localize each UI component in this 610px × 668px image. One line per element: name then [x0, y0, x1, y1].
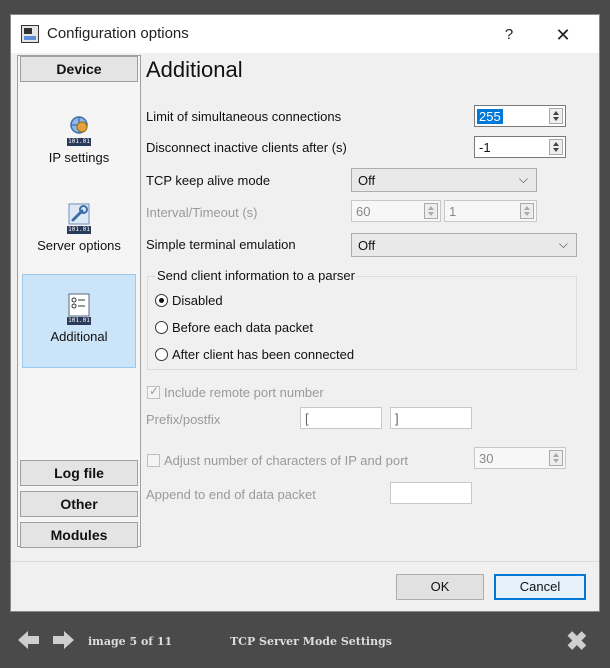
image-viewer-frame: Configuration options ? ✕ Device 101.01 … — [0, 0, 610, 668]
footer-divider — [11, 561, 599, 562]
other-category-button[interactable]: Other — [20, 491, 138, 517]
limit-connections-label: Limit of simultaneous connections — [146, 109, 342, 124]
spinner-arrows-icon[interactable] — [549, 450, 563, 466]
device-category-button[interactable]: Device — [20, 56, 138, 82]
interval-value[interactable]: 60 — [356, 204, 370, 219]
chevron-down-icon: ⌵ — [518, 172, 528, 186]
interval-timeout-label: Interval/Timeout (s) — [146, 205, 258, 220]
adjust-chars-checkbox[interactable]: Adjust number of characters of IP and po… — [147, 453, 408, 468]
append-packet-input[interactable] — [390, 482, 472, 504]
window-title: Configuration options — [47, 25, 189, 42]
modules-category-button[interactable]: Modules — [20, 522, 138, 548]
app-icon — [21, 25, 39, 43]
keepalive-mode-label: TCP keep alive mode — [146, 173, 271, 188]
close-viewer-icon[interactable]: ✖ — [566, 626, 588, 657]
disconnect-inactive-spinner[interactable]: -1 — [474, 136, 566, 158]
timeout-spinner[interactable]: 1 — [444, 200, 537, 222]
radio-after-connect[interactable]: After client has been connected — [155, 347, 354, 362]
chevron-down-icon: ⌵ — [558, 237, 568, 251]
spinner-arrows-icon[interactable] — [424, 203, 438, 219]
prefix-input[interactable]: [ — [300, 407, 382, 429]
network-config-icon: 101.01 — [65, 114, 93, 146]
log-file-category-button[interactable]: Log file — [20, 460, 138, 486]
postfix-value[interactable]: ] — [395, 411, 399, 426]
keepalive-mode-select[interactable]: Off ⌵ — [351, 168, 537, 192]
help-button[interactable]: ? — [494, 23, 524, 47]
radio-unselected-icon[interactable] — [155, 348, 168, 361]
sidebar-item-label: IP settings — [48, 150, 110, 165]
checkbox-label: Adjust number of characters of IP and po… — [164, 453, 409, 468]
append-packet-label: Append to end of data packet — [146, 487, 316, 502]
close-button[interactable]: ✕ — [546, 23, 580, 47]
parser-info-group-title: Send client information to a parser — [155, 268, 357, 283]
limit-connections-value[interactable]: 255 — [477, 109, 503, 124]
image-caption: TCP Server Mode Settings — [230, 635, 392, 648]
disconnect-inactive-label: Disconnect inactive clients after (s) — [146, 140, 347, 155]
checkbox-label: Include remote port number — [164, 385, 324, 400]
timeout-value[interactable]: 1 — [449, 204, 456, 219]
radio-unselected-icon[interactable] — [155, 321, 168, 334]
sidebar-item-label: Server options — [37, 238, 121, 253]
image-counter: image 5 of 11 — [88, 635, 173, 648]
limit-connections-spinner[interactable]: 255 — [474, 105, 566, 127]
radio-label: Disabled — [172, 293, 223, 308]
sidebar-item-additional[interactable]: 101.01 Additional — [22, 274, 136, 368]
category-sidebar: Device 101.01 IP settings 101.01 Server … — [17, 55, 141, 548]
terminal-emulation-label: Simple terminal emulation — [146, 237, 296, 252]
sidebar-item-label: Additional — [50, 329, 108, 344]
checkbox-unchecked-icon[interactable] — [147, 454, 160, 467]
radio-before-packet[interactable]: Before each data packet — [155, 320, 313, 335]
adjust-chars-value[interactable]: 30 — [479, 451, 493, 466]
keepalive-mode-value: Off — [358, 173, 376, 188]
spinner-arrows-icon[interactable] — [520, 203, 534, 219]
terminal-emulation-select[interactable]: Off ⌵ — [351, 233, 577, 257]
spinner-arrows-icon[interactable] — [549, 108, 563, 124]
next-arrow-icon[interactable] — [52, 630, 74, 656]
prefix-postfix-label: Prefix/postfix — [146, 412, 221, 427]
ok-button[interactable]: OK — [396, 574, 484, 600]
radio-label: After client has been connected — [172, 347, 355, 362]
radio-label: Before each data packet — [172, 320, 313, 335]
sidebar-item-server-options[interactable]: 101.01 Server options — [22, 202, 136, 266]
configuration-dialog: Configuration options ? ✕ Device 101.01 … — [10, 14, 600, 612]
title-bar: Configuration options ? ✕ — [11, 15, 599, 53]
adjust-chars-spinner[interactable]: 30 — [474, 447, 566, 469]
interval-spinner[interactable]: 60 — [351, 200, 441, 222]
postfix-input[interactable]: ] — [390, 407, 472, 429]
cancel-button[interactable]: Cancel — [494, 574, 586, 600]
previous-arrow-icon[interactable] — [18, 630, 40, 656]
radio-disabled[interactable]: Disabled — [155, 293, 223, 308]
image-viewer-bar: image 5 of 11 TCP Server Mode Settings ✖ — [0, 618, 610, 668]
wrench-config-icon: 101.01 — [65, 202, 93, 234]
sidebar-item-ip-settings[interactable]: 101.01 IP settings — [22, 114, 136, 174]
checkbox-checked-icon[interactable] — [147, 384, 160, 399]
include-port-checkbox[interactable]: Include remote port number — [147, 384, 324, 400]
radio-selected-icon[interactable] — [155, 294, 168, 307]
disconnect-inactive-value[interactable]: -1 — [479, 140, 491, 155]
prefix-value[interactable]: [ — [305, 411, 309, 426]
list-config-icon: 101.01 — [65, 293, 93, 325]
page-title: Additional — [146, 57, 243, 82]
spinner-arrows-icon[interactable] — [549, 139, 563, 155]
terminal-emulation-value: Off — [358, 238, 376, 253]
